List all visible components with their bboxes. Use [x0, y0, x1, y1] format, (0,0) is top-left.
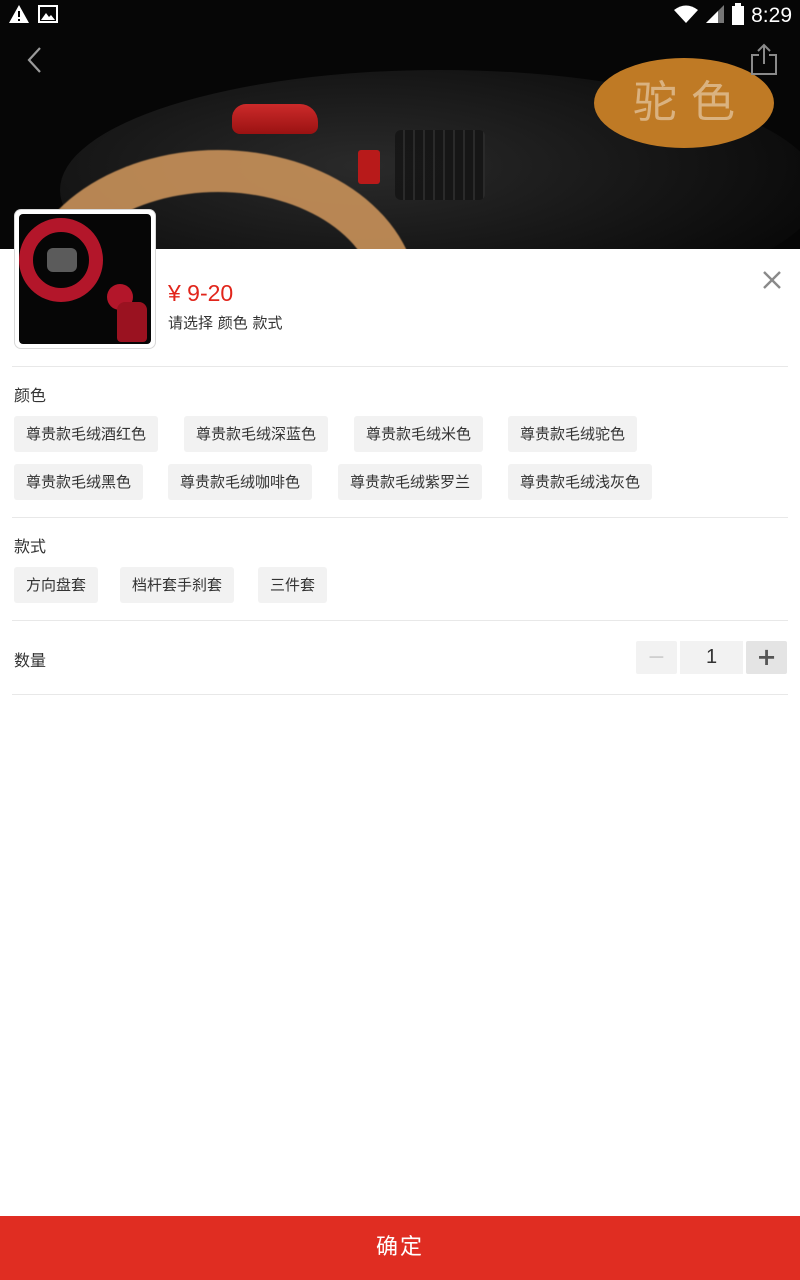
quantity-decrement-button[interactable]: − — [636, 641, 677, 674]
sku-selector-screen: 驼色 8:29 ¥ 9-20 请选择 颜色 款式 颜色 尊贵款毛绒酒红色 尊贵款… — [0, 0, 800, 1280]
color-option-black[interactable]: 尊贵款毛绒黑色 — [14, 464, 144, 500]
battery-icon — [731, 3, 745, 29]
status-right-icons: 8:29 — [673, 3, 792, 29]
color-option-coffee[interactable]: 尊贵款毛绒咖啡色 — [168, 464, 313, 500]
style-section-title: 款式 — [14, 537, 47, 556]
share-button[interactable] — [748, 42, 780, 78]
divider — [12, 694, 788, 695]
style-option-wheel-cover[interactable]: 方向盘套 — [14, 567, 99, 603]
confirm-button[interactable]: 确定 — [0, 1216, 800, 1280]
close-button[interactable] — [758, 266, 786, 294]
thumbnail-image — [19, 214, 151, 344]
selection-hint: 请选择 颜色 款式 — [168, 314, 283, 332]
status-bar: 8:29 — [0, 0, 800, 32]
status-time: 8:29 — [751, 4, 792, 27]
style-option-three-piece[interactable]: 三件套 — [258, 567, 328, 603]
color-section-title: 颜色 — [14, 386, 47, 405]
quantity-label: 数量 — [14, 651, 47, 670]
price-range: ¥ 9-20 — [168, 280, 234, 306]
color-option-navy[interactable]: 尊贵款毛绒深蓝色 — [184, 416, 329, 452]
banner-color-tag: 驼色 — [594, 58, 774, 148]
color-option-violet[interactable]: 尊贵款毛绒紫罗兰 — [338, 464, 483, 500]
warning-icon — [8, 4, 30, 28]
back-button[interactable] — [18, 42, 52, 78]
thumbnail-brake-graphic — [117, 302, 147, 342]
color-option-camel[interactable]: 尊贵款毛绒驼色 — [508, 416, 638, 452]
color-option-beige[interactable]: 尊贵款毛绒米色 — [354, 416, 484, 452]
wifi-icon — [673, 4, 699, 28]
toy-car-graphic — [232, 104, 318, 134]
status-left-icons — [8, 3, 58, 29]
divider — [12, 517, 788, 518]
quantity-input[interactable]: 1 — [680, 641, 743, 674]
image-icon — [38, 5, 58, 27]
share-icon — [748, 43, 780, 82]
style-option-gear-brake-cover[interactable]: 档杆套手刹套 — [120, 567, 235, 603]
sku-sheet — [0, 249, 800, 1216]
color-option-wine-red[interactable]: 尊贵款毛绒酒红色 — [14, 416, 159, 452]
product-thumbnail — [15, 210, 155, 348]
color-option-light-gray[interactable]: 尊贵款毛绒浅灰色 — [508, 464, 653, 500]
thumbnail-hub-graphic — [47, 248, 77, 272]
quantity-increment-button[interactable]: + — [746, 641, 787, 674]
chevron-left-icon — [18, 47, 52, 82]
close-icon — [758, 271, 786, 298]
divider — [12, 366, 788, 367]
air-vent — [395, 130, 485, 200]
divider — [12, 620, 788, 621]
hazard-button-graphic — [358, 150, 380, 184]
signal-icon — [705, 4, 725, 28]
